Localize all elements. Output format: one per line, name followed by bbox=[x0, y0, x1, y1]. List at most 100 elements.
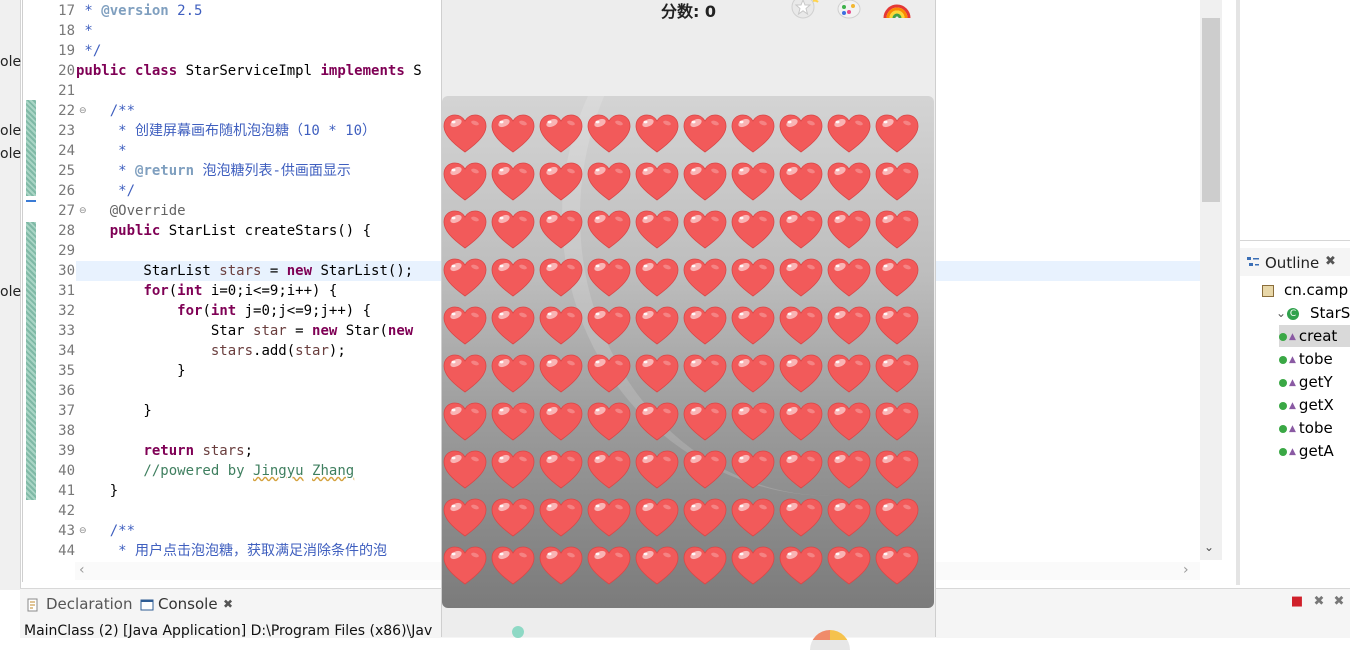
heart-candy[interactable] bbox=[875, 450, 919, 490]
heart-candy[interactable] bbox=[779, 498, 823, 538]
editor-vertical-scrollbar[interactable]: ⌄ bbox=[1200, 0, 1222, 560]
outline-item-method[interactable]: ▲ tobe bbox=[1279, 417, 1350, 439]
heart-candy[interactable] bbox=[827, 306, 871, 346]
heart-candy[interactable] bbox=[827, 498, 871, 538]
rainbow-icon[interactable] bbox=[882, 0, 912, 18]
heart-candy[interactable] bbox=[491, 162, 535, 202]
heart-candy[interactable] bbox=[827, 354, 871, 394]
heart-candy[interactable] bbox=[683, 354, 727, 394]
heart-candy[interactable] bbox=[779, 402, 823, 442]
heart-candy[interactable] bbox=[587, 210, 631, 250]
heart-candy[interactable] bbox=[731, 498, 775, 538]
heart-candy[interactable] bbox=[539, 210, 583, 250]
scroll-thumb[interactable] bbox=[1202, 18, 1220, 202]
heart-candy[interactable] bbox=[491, 258, 535, 298]
code-line[interactable]: public class StarServiceImpl implements … bbox=[76, 61, 422, 81]
code-line[interactable]: * bbox=[76, 141, 126, 161]
heart-candy[interactable] bbox=[539, 498, 583, 538]
heart-candy[interactable] bbox=[635, 210, 679, 250]
heart-candy[interactable] bbox=[635, 114, 679, 154]
code-line[interactable]: } bbox=[76, 401, 151, 421]
heart-candy[interactable] bbox=[635, 258, 679, 298]
code-line[interactable]: /** bbox=[76, 101, 135, 121]
outline-item-class[interactable]: ⌄C StarSer bbox=[1276, 302, 1350, 324]
outline-item-method[interactable]: ▲ tobe bbox=[1279, 348, 1350, 370]
heart-candy[interactable] bbox=[491, 498, 535, 538]
heart-candy[interactable] bbox=[635, 306, 679, 346]
outline-item-package[interactable]: cn.camp bbox=[1262, 279, 1350, 301]
close-icon[interactable]: ✖ bbox=[223, 597, 233, 611]
heart-candy[interactable] bbox=[491, 114, 535, 154]
heart-candy[interactable] bbox=[827, 402, 871, 442]
heart-candy[interactable] bbox=[587, 450, 631, 490]
code-line[interactable]: */ bbox=[76, 41, 101, 61]
remove-all-icon[interactable]: ✖ bbox=[1332, 595, 1346, 609]
heart-candy[interactable] bbox=[587, 402, 631, 442]
heart-candy[interactable] bbox=[731, 114, 775, 154]
tab-declaration[interactable]: Declaration bbox=[46, 595, 132, 613]
heart-candy[interactable] bbox=[491, 450, 535, 490]
heart-candy[interactable] bbox=[827, 258, 871, 298]
heart-candy[interactable] bbox=[539, 162, 583, 202]
heart-candy[interactable] bbox=[635, 402, 679, 442]
heart-candy[interactable] bbox=[587, 114, 631, 154]
code-line[interactable]: * @version 2.5 bbox=[76, 1, 202, 21]
outline-item-method[interactable]: ▲ creat bbox=[1279, 325, 1350, 347]
heart-candy[interactable] bbox=[779, 306, 823, 346]
heart-candy[interactable] bbox=[779, 210, 823, 250]
heart-grid-board[interactable] bbox=[442, 96, 934, 608]
heart-candy[interactable] bbox=[875, 306, 919, 346]
heart-candy[interactable] bbox=[635, 354, 679, 394]
heart-candy[interactable] bbox=[587, 546, 631, 586]
code-line[interactable]: * bbox=[76, 21, 92, 41]
heart-candy[interactable] bbox=[539, 306, 583, 346]
heart-candy[interactable] bbox=[443, 210, 487, 250]
code-line[interactable]: public StarList createStars() { bbox=[76, 221, 371, 241]
heart-candy[interactable] bbox=[731, 258, 775, 298]
heart-candy[interactable] bbox=[731, 354, 775, 394]
scroll-left-icon[interactable]: ‹ bbox=[79, 562, 85, 578]
heart-candy[interactable] bbox=[539, 114, 583, 154]
heart-candy[interactable] bbox=[875, 210, 919, 250]
code-line[interactable]: * 创建屏幕画布随机泡泡糖（10 * 10） bbox=[76, 121, 376, 141]
chevron-down-icon[interactable]: ⌄ bbox=[1276, 302, 1286, 324]
heart-candy[interactable] bbox=[683, 306, 727, 346]
heart-candy[interactable] bbox=[875, 498, 919, 538]
heart-candy[interactable] bbox=[539, 402, 583, 442]
code-line[interactable]: } bbox=[76, 481, 118, 501]
heart-candy[interactable] bbox=[587, 306, 631, 346]
palette-icon[interactable] bbox=[835, 0, 865, 20]
heart-candy[interactable] bbox=[443, 306, 487, 346]
heart-candy[interactable] bbox=[443, 402, 487, 442]
heart-candy[interactable] bbox=[635, 498, 679, 538]
chevron-down-icon[interactable]: ⌄ bbox=[1204, 540, 1214, 554]
heart-candy[interactable] bbox=[587, 162, 631, 202]
heart-candy[interactable] bbox=[491, 354, 535, 394]
code-line[interactable]: StarList stars = new StarList(); bbox=[76, 261, 413, 281]
heart-candy[interactable] bbox=[443, 258, 487, 298]
heart-candy[interactable] bbox=[539, 258, 583, 298]
heart-candy[interactable] bbox=[779, 258, 823, 298]
heart-candy[interactable] bbox=[539, 354, 583, 394]
heart-candy[interactable] bbox=[635, 546, 679, 586]
heart-candy[interactable] bbox=[683, 450, 727, 490]
heart-candy[interactable] bbox=[683, 162, 727, 202]
heart-candy[interactable] bbox=[875, 162, 919, 202]
heart-candy[interactable] bbox=[539, 546, 583, 586]
heart-candy[interactable] bbox=[491, 402, 535, 442]
heart-candy[interactable] bbox=[443, 450, 487, 490]
heart-candy[interactable] bbox=[587, 354, 631, 394]
heart-candy[interactable] bbox=[491, 210, 535, 250]
heart-candy[interactable] bbox=[875, 354, 919, 394]
code-line[interactable]: } bbox=[76, 361, 185, 381]
code-line[interactable]: return stars; bbox=[76, 441, 253, 461]
heart-candy[interactable] bbox=[875, 546, 919, 586]
outline-tab[interactable]: Outline ✖ bbox=[1240, 248, 1350, 276]
heart-candy[interactable] bbox=[443, 498, 487, 538]
heart-candy[interactable] bbox=[443, 114, 487, 154]
code-line[interactable]: for(int j=0;j<=9;j++) { bbox=[76, 301, 371, 321]
code-line[interactable]: @Override bbox=[76, 201, 186, 221]
heart-candy[interactable] bbox=[827, 546, 871, 586]
code-line[interactable]: for(int i=0;i<=9;i++) { bbox=[76, 281, 337, 301]
outline-item-method[interactable]: ▲ getY bbox=[1279, 371, 1350, 393]
